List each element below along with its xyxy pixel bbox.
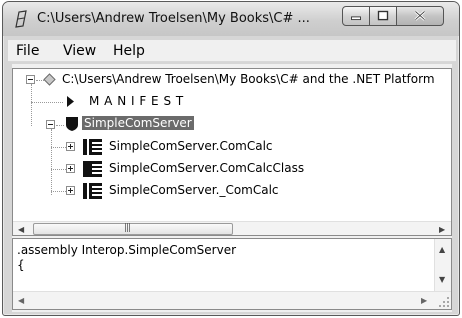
scroll-up-icon[interactable]: ▲ bbox=[439, 245, 445, 254]
tree-type-label[interactable]: SimpleComServer.ComCalcClass bbox=[109, 161, 304, 175]
collapse-root-toggle[interactable] bbox=[26, 75, 35, 84]
scroll-left-icon[interactable]: ◀ bbox=[18, 296, 24, 305]
close-icon bbox=[414, 10, 426, 21]
tree-line bbox=[51, 147, 66, 148]
tree-line bbox=[51, 169, 66, 170]
window-title: C:\Users\Andrew Troelsen\My Books\C# ... bbox=[37, 11, 310, 26]
diamond-icon bbox=[43, 73, 56, 86]
close-button[interactable] bbox=[396, 6, 444, 26]
size-grip-icon[interactable] bbox=[435, 293, 451, 309]
code-line: .assembly Interop.SimpleComServer bbox=[17, 243, 237, 257]
app-window: C:\Users\Andrew Troelsen\My Books\C# ...… bbox=[2, 1, 460, 316]
scroll-right-icon[interactable]: ▶ bbox=[439, 225, 445, 234]
scroll-down-icon[interactable]: ▼ bbox=[439, 275, 445, 284]
menu-bar: File View Help bbox=[8, 40, 456, 62]
code-horizontal-scrollbar[interactable]: ◀ ▶ bbox=[13, 291, 451, 309]
minimize-icon bbox=[351, 16, 361, 21]
expand-type-toggle[interactable] bbox=[66, 164, 75, 173]
menu-file[interactable]: File bbox=[16, 43, 39, 59]
code-vertical-scrollbar[interactable]: ▲ ▼ bbox=[434, 239, 451, 291]
assembly-tree-view[interactable]: C:\Users\Andrew Troelsen\My Books\C# and… bbox=[12, 68, 452, 236]
tree-horizontal-scrollbar[interactable]: ◀ ||| ▶ bbox=[13, 221, 451, 235]
tree-line bbox=[31, 84, 32, 126]
tree-line bbox=[51, 191, 66, 192]
shield-icon bbox=[66, 117, 78, 131]
maximize-icon bbox=[377, 10, 389, 21]
tree-line bbox=[56, 125, 64, 126]
minimize-button[interactable] bbox=[342, 6, 370, 26]
tree-assembly-label[interactable]: SimpleComServer bbox=[82, 116, 194, 130]
expand-type-toggle[interactable] bbox=[66, 186, 75, 195]
tree-line bbox=[31, 102, 63, 103]
tree-root-label[interactable]: C:\Users\Andrew Troelsen\My Books\C# and… bbox=[62, 72, 435, 86]
ildasm-icon bbox=[15, 10, 27, 28]
scroll-left-icon[interactable]: ◀ bbox=[18, 225, 24, 234]
code-line: { bbox=[17, 258, 25, 272]
collapse-assembly-toggle[interactable] bbox=[46, 120, 55, 129]
tree-line bbox=[51, 129, 52, 195]
menu-view[interactable]: View bbox=[63, 43, 96, 59]
class-icon bbox=[83, 161, 102, 177]
menu-help[interactable]: Help bbox=[113, 43, 145, 59]
expand-type-toggle[interactable] bbox=[66, 142, 75, 151]
tree-type-label[interactable]: SimpleComServer._ComCalc bbox=[109, 183, 279, 197]
client-area: C:\Users\Andrew Troelsen\My Books\C# and… bbox=[12, 64, 452, 312]
grip-icon: ||| bbox=[124, 223, 131, 233]
scroll-right-icon[interactable]: ▶ bbox=[421, 296, 427, 305]
tree-manifest-label[interactable]: M A N I F E S T bbox=[89, 94, 184, 108]
triangle-icon bbox=[67, 96, 74, 107]
tree-type-label[interactable]: SimpleComServer.ComCalc bbox=[109, 139, 273, 153]
title-bar[interactable]: C:\Users\Andrew Troelsen\My Books\C# ... bbox=[3, 2, 459, 36]
interface-icon bbox=[83, 139, 102, 155]
scroll-thumb[interactable]: ||| bbox=[33, 223, 233, 235]
maximize-button[interactable] bbox=[369, 6, 397, 26]
interface-icon bbox=[83, 183, 102, 199]
il-code-view[interactable]: .assembly Interop.SimpleComServer { ▲ ▼ … bbox=[12, 238, 452, 310]
